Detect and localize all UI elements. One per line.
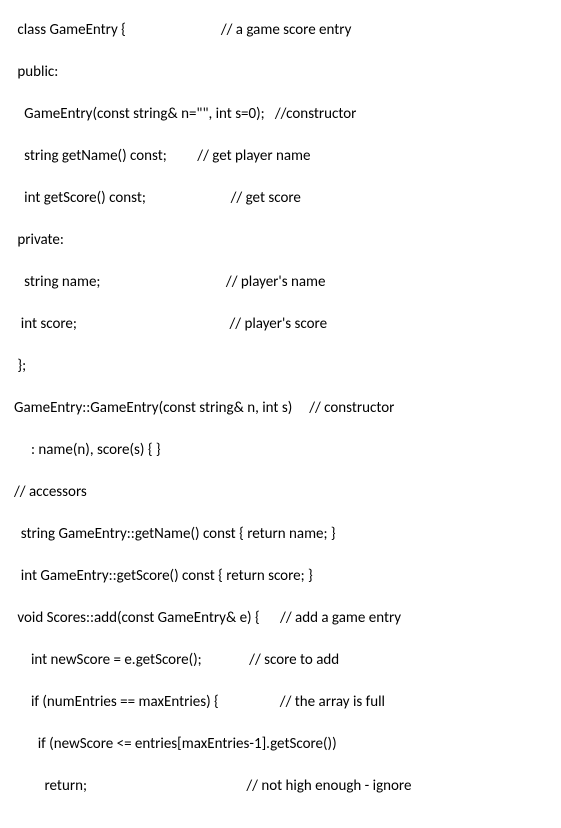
code-line: }; — [14, 356, 547, 377]
code-line: private: — [14, 230, 547, 251]
code-line: GameEntry::GameEntry(const string& n, in… — [14, 398, 547, 419]
code-line: // accessors — [14, 482, 547, 503]
code-line: if (newScore <= entries[maxEntries-1].ge… — [14, 734, 547, 755]
code-block: class GameEntry { // a game score entry … — [14, 20, 547, 797]
code-line: int score; // player's score — [14, 314, 547, 335]
code-line: class GameEntry { // a game score entry — [14, 20, 547, 41]
code-line: int GameEntry::getScore() const { return… — [14, 566, 547, 587]
code-line: int newScore = e.getScore(); // score to… — [14, 650, 547, 671]
code-line: : name(n), score(s) { } — [14, 440, 547, 461]
code-line: string GameEntry::getName() const { retu… — [14, 524, 547, 545]
code-line: return; // not high enough - ignore — [14, 776, 547, 797]
code-line: string getName() const; // get player na… — [14, 146, 547, 167]
code-line: GameEntry(const string& n="", int s=0); … — [14, 104, 547, 125]
code-line: int getScore() const; // get score — [14, 188, 547, 209]
code-line: string name; // player's name — [14, 272, 547, 293]
code-line: void Scores::add(const GameEntry& e) { /… — [14, 608, 547, 629]
code-line: public: — [14, 62, 547, 83]
code-line: if (numEntries == maxEntries) { // the a… — [14, 692, 547, 713]
